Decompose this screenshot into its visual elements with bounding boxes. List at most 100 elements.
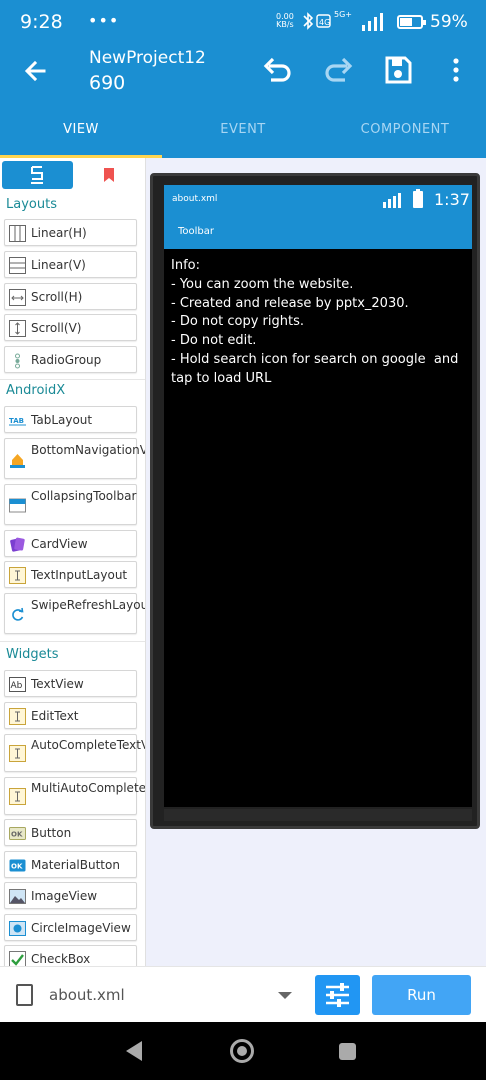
file-dropdown-icon[interactable] [278,992,292,999]
signal-icon [362,13,383,31]
palette-item-edittext[interactable]: EditText [4,702,137,729]
palette-item-autocomplete[interactable]: AutoCompleteTextView [4,734,145,772]
editor-tabs: VIEW EVENT COMPONENT [0,102,486,158]
network-speed: 0.00 KB/s [276,13,294,29]
redo-icon[interactable] [322,54,354,86]
palette-item-label: BottomNavigationView [31,443,145,457]
project-title: NewProject12 [89,48,206,68]
properties-button[interactable] [315,975,360,1015]
palette-tabs [0,158,145,192]
palette-item-label: CardView [31,537,88,551]
materialbutton-icon: OK [9,859,26,872]
notification-dots: ••• [88,11,120,30]
battery-percent: 59% [430,12,468,32]
preview-time: 1:37 [434,190,470,209]
palette-item-label: Linear(H) [31,226,87,240]
palette-item-checkbox[interactable]: CheckBox [4,945,137,966]
nav-recents-icon[interactable] [339,1043,356,1060]
imageview-icon [9,889,26,904]
system-nav-bar [0,1022,486,1080]
palette-item-collapsing-toolbar[interactable]: CollapsingToolbar [4,484,137,525]
phone-bezel-bottom [164,809,472,821]
textinputlayout-icon [9,567,26,584]
palette-item-label: MaterialButton [31,858,120,872]
preview-screen[interactable]: about.xml 1:37 Toolbar Info: - You can z… [164,185,472,807]
swiperefresh-icon [12,607,24,621]
palette-item-circleimageview[interactable]: CircleImageView [4,914,137,941]
app-bar: NewProject12 690 [0,44,486,102]
palette-item-swiperefresh[interactable]: SwipeRefreshLayout [4,593,145,634]
tab-event[interactable]: EVENT [162,102,324,158]
palette-item-label: CircleImageView [31,921,131,935]
radiogroup-icon [15,353,20,369]
bottom-action-bar: about.xml Run [0,966,486,1022]
phone-preview: about.xml 1:37 Toolbar Info: - You can z… [150,173,480,829]
preview-status-bar: about.xml 1:37 [164,185,472,215]
svg-text:4G: 4G [319,18,330,27]
palette-item-textview[interactable]: Ab TextView [4,670,137,697]
palette-tab-bookmarks[interactable] [75,161,143,189]
checkbox-icon [9,951,26,966]
palette-item-cardview[interactable]: CardView [4,530,137,557]
preview-toolbar-title: Toolbar [178,226,215,237]
palette-item-radiogroup[interactable]: RadioGroup [4,346,137,373]
tab-view[interactable]: VIEW [0,102,162,158]
circleimageview-icon [9,921,26,936]
palette-item-label: CollapsingToolbar [31,489,137,503]
palette-item-scroll-v[interactable]: Scroll(V) [4,314,137,341]
palette-item-scroll-h[interactable]: Scroll(H) [4,283,137,310]
section-layouts: Layouts [6,197,57,212]
network-type: 5G+ [334,10,352,19]
preview-toolbar[interactable]: Toolbar [164,215,472,249]
preview-file-name: about.xml [172,194,218,204]
palette-item-tablayout[interactable]: TAB TabLayout [4,406,137,433]
svg-text:OK: OK [11,863,23,871]
palette-item-label: AutoCompleteTextView [31,738,145,752]
autocomplete-icon [9,745,26,762]
palette-item-label: Scroll(H) [31,290,83,304]
linear-horizontal-icon [9,225,26,242]
palette-item-button[interactable]: OK Button [4,819,137,846]
palette-item-label: MultiAutoCompleteTextView [31,781,146,795]
undo-icon[interactable] [262,54,294,86]
palette-item-multiautocomplete[interactable]: MultiAutoCompleteTextView [4,777,146,815]
section-divider [0,641,145,642]
palette-item-label: Scroll(V) [31,321,82,335]
palette-item-linear-h[interactable]: Linear(H) [4,219,137,246]
palette-item-bottom-navigation[interactable]: BottomNavigationView [4,438,145,479]
bottom-navigation-icon [10,454,25,468]
scroll-horizontal-icon [9,289,26,306]
palette-item-materialbutton[interactable]: OK MaterialButton [4,851,137,878]
palette-item-label: Linear(V) [31,258,86,272]
palette-item-textinputlayout[interactable]: TextInputLayout [4,561,137,588]
preview-info-textview[interactable]: Info: - You can zoom the website. - Crea… [171,257,467,389]
textview-icon: Ab [9,677,26,692]
palette-tab-widgets[interactable] [2,161,73,189]
button-icon: OK [9,827,26,840]
nav-back-icon[interactable] [126,1041,142,1061]
battery-icon [397,15,426,29]
run-button[interactable]: Run [372,975,471,1015]
palette-item-label: EditText [31,709,79,723]
preview-signal-battery-icon [383,189,423,208]
back-arrow-icon[interactable] [20,56,50,86]
status-bar: 9:28 ••• 0.00 KB/s 4G 5G+ 59% [0,0,486,44]
palette-item-label: ImageView [31,889,98,903]
linear-vertical-icon [9,257,26,274]
section-widgets: Widgets [6,647,59,662]
current-file-name[interactable]: about.xml [49,986,125,1004]
palette-item-linear-v[interactable]: Linear(V) [4,251,137,278]
save-icon[interactable] [382,54,414,86]
design-canvas[interactable]: about.xml 1:37 Toolbar Info: - You can z… [146,158,486,966]
network-speed-unit: KB/s [276,20,294,29]
status-time: 9:28 [20,11,63,33]
palette-item-label: Button [31,826,72,840]
tab-component[interactable]: COMPONENT [324,102,486,158]
palette-item-label: CheckBox [31,952,91,966]
svg-text:OK: OK [11,831,23,839]
palette-item-imageview[interactable]: ImageView [4,882,137,909]
cardview-icon [10,537,25,552]
more-options-icon[interactable] [440,54,472,86]
nav-home-icon[interactable] [230,1039,254,1063]
tune-icon [326,983,349,1007]
